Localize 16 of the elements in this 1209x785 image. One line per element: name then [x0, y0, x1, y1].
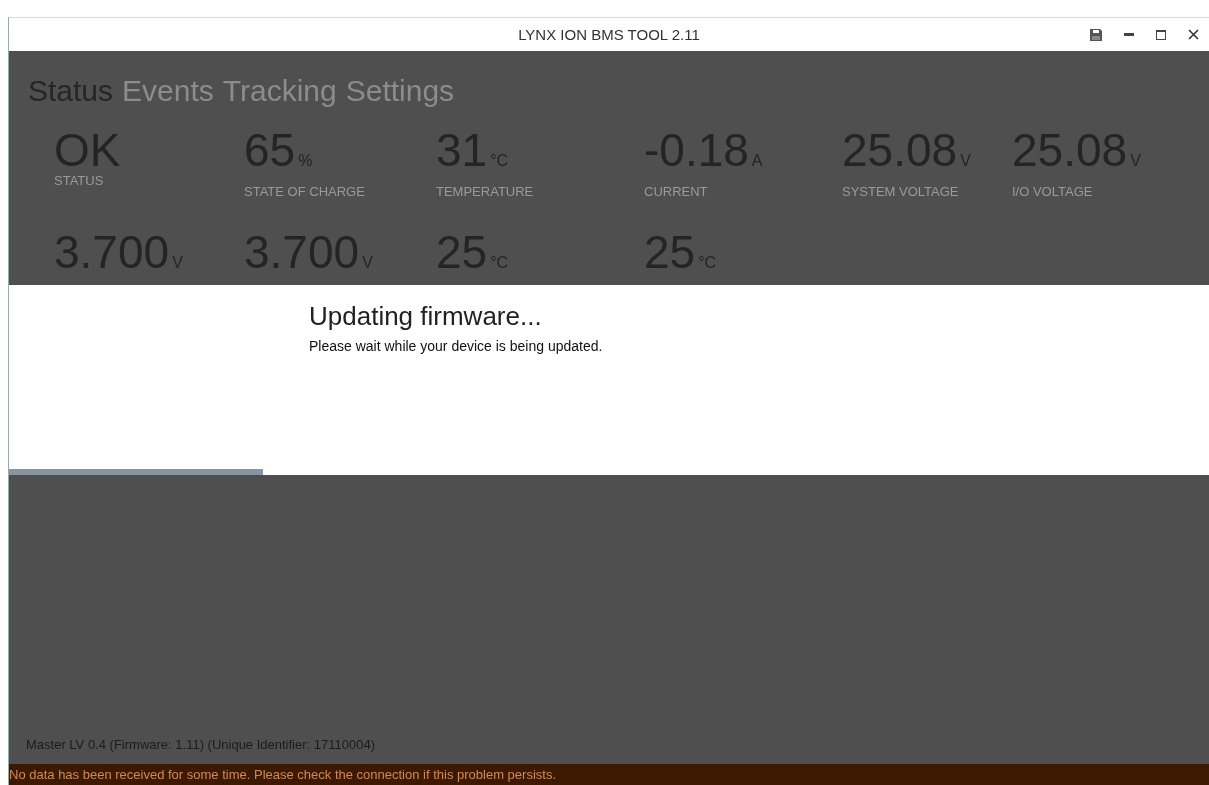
close-icon[interactable] [1188, 29, 1199, 40]
stat-label: TEMPERATURE [436, 184, 535, 199]
stat-label: STATE OF CHARGE [244, 184, 366, 199]
window-title: LYNX ION BMS TOOL 2.11 [518, 26, 700, 43]
stat-label: STATUS [54, 173, 105, 188]
status-bar: No data has been received for some time. Please check the connection if this problem persists. [9, 764, 1209, 785]
dialog-message: Please wait while your device is being updated. [309, 338, 604, 354]
save-icon[interactable] [1090, 28, 1102, 41]
stat-label: I/O VOLTAGE [1012, 184, 1094, 199]
stat-label: SYSTEM VOLTAGE [842, 184, 960, 199]
tab[interactable]: Events [122, 71, 214, 111]
tab[interactable]: Settings [345, 71, 455, 111]
stat-label: CURRENT [644, 184, 709, 199]
tab[interactable]: Tracking [222, 71, 337, 111]
dialog-title: Updating firmware... [309, 301, 543, 332]
maximize-icon[interactable] [1156, 29, 1166, 40]
